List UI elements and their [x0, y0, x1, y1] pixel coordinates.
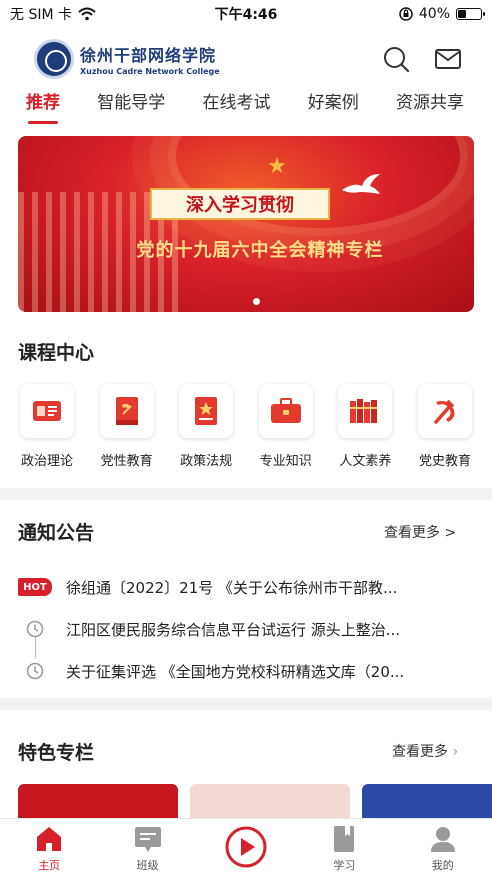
app-header: 徐州干部网络学院 Xuzhou Cadre Network College — [0, 32, 492, 86]
features-more-link[interactable]: 查看更多 › — [392, 741, 458, 761]
class-icon — [134, 827, 161, 852]
home-icon — [37, 827, 62, 851]
tab-good-cases[interactable]: 好案例 — [308, 88, 359, 124]
clock-icon — [18, 662, 52, 680]
feature-card[interactable] — [18, 784, 178, 820]
tab-resource-sharing[interactable]: 资源共享 — [396, 88, 464, 124]
battery-percent: 40% — [418, 6, 450, 22]
course-label: 党性教育 — [100, 454, 153, 469]
course-icon-box — [179, 384, 234, 438]
mail-icon[interactable] — [434, 47, 462, 71]
banner-subtitle: 党的十九届六中全会精神专栏 — [136, 240, 384, 261]
course-icon-box — [99, 384, 154, 438]
play-icon — [225, 826, 267, 868]
feature-card[interactable] — [362, 784, 492, 820]
banner-title: 深入学习贯彻 — [186, 195, 294, 216]
books-icon — [350, 399, 378, 423]
features-title: 特色专栏 — [18, 742, 95, 764]
notice-item[interactable]: 江阳区便民服务综合信息平台试运行 源头上整治... — [18, 608, 474, 650]
battery-icon — [456, 8, 485, 20]
logo-chinese-name: 徐州干部网络学院 — [80, 46, 217, 65]
status-left: 无 SIM 卡 — [10, 4, 96, 24]
orientation-lock-icon — [399, 7, 413, 21]
course-label: 人文素养 — [339, 454, 392, 469]
college-logo-emblem — [34, 39, 74, 79]
tab-recommend[interactable]: 推荐 — [26, 88, 60, 124]
course-label: 专业知识 — [259, 454, 312, 469]
features-more-label: 查看更多 — [392, 744, 448, 760]
course-category-grid: 政治理论 党性教育 政策法规 专业知识 人文素养 党史教育 — [16, 384, 476, 469]
course-item-humanities[interactable]: 人文素养 — [334, 384, 396, 469]
hot-badge: HOT — [18, 578, 52, 596]
battery-fill — [458, 10, 466, 18]
tab-online-exam[interactable]: 在线考试 — [203, 88, 271, 124]
header-actions — [382, 45, 462, 73]
id-card-icon — [33, 401, 61, 421]
course-icon-box — [20, 384, 74, 438]
tab-smart-guide[interactable]: 智能导学 — [97, 88, 165, 124]
section-divider — [0, 698, 492, 710]
status-right: 40% — [399, 6, 485, 22]
dove-icon — [342, 174, 380, 194]
college-logo-text: 徐州干部网络学院 Xuzhou Cadre Network College — [80, 42, 220, 76]
notices-title: 通知公告 — [18, 522, 95, 544]
nav-label: 学习 — [333, 859, 356, 872]
hero-banner[interactable]: ★ 深入学习贯彻 党的十九届六中全会精神专栏 — [18, 136, 474, 312]
course-center-title: 课程中心 — [18, 342, 95, 364]
course-item-political-theory[interactable]: 政治理论 — [16, 384, 78, 469]
logo-english-name: Xuzhou Cadre Network College — [80, 67, 220, 76]
study-book-icon — [334, 826, 355, 852]
carrier-text: 无 SIM 卡 — [10, 7, 72, 23]
nav-item-class[interactable]: 班级 — [113, 825, 183, 873]
search-icon[interactable] — [382, 45, 410, 73]
course-item-professional-knowledge[interactable]: 专业知识 — [255, 384, 317, 469]
course-icon-box — [258, 384, 313, 438]
nav-item-study[interactable]: 学习 — [309, 825, 379, 873]
notice-item[interactable]: 关于征集评选 《全国地方党校科研精选文库（20... — [18, 650, 474, 692]
wifi-icon — [78, 7, 96, 21]
chevron-right-icon: › — [452, 744, 459, 760]
course-icon-box — [338, 384, 393, 438]
course-icon-box — [417, 384, 472, 438]
section-divider — [0, 488, 492, 500]
notice-list: HOT 徐组通〔2022〕21号 《关于公布徐州市干部教... 江阳区便民服务综… — [18, 566, 474, 692]
category-tabs: 推荐 智能导学 在线考试 好案例 资源共享 — [0, 88, 492, 124]
course-item-policy-regulations[interactable]: 政策法规 — [175, 384, 237, 469]
banner-title-box: 深入学习贯彻 — [150, 188, 330, 220]
nav-item-play[interactable] — [211, 825, 281, 873]
nav-item-home[interactable]: 主页 — [14, 825, 84, 873]
hammer-sickle-icon — [434, 399, 455, 424]
feature-card-strip — [18, 784, 492, 820]
course-label: 党史教育 — [418, 454, 471, 469]
course-item-party-history[interactable]: 党史教育 — [414, 384, 476, 469]
notice-item[interactable]: HOT 徐组通〔2022〕21号 《关于公布徐州市干部教... — [18, 566, 474, 608]
notice-text: 江阳区便民服务综合信息平台试运行 源头上整治... — [66, 620, 401, 639]
star-document-icon — [195, 397, 218, 425]
course-label: 政策法规 — [180, 454, 233, 469]
notice-text: 关于征集评选 《全国地方党校科研精选文库（20... — [66, 662, 405, 681]
nav-label: 主页 — [38, 859, 61, 872]
banner-ceiling-decoration — [168, 136, 468, 236]
clock-icon — [18, 620, 52, 638]
feature-card[interactable] — [190, 784, 350, 820]
notice-text: 徐组通〔2022〕21号 《关于公布徐州市干部教... — [66, 578, 398, 597]
status-bar: 无 SIM 卡 下午4:46 40% — [0, 0, 492, 28]
bottom-navigation: 主页 班级 学习 我的 — [0, 818, 492, 878]
briefcase-icon — [270, 398, 301, 423]
course-item-party-education[interactable]: 党性教育 — [96, 384, 158, 469]
nav-label: 班级 — [136, 859, 159, 872]
nav-item-profile[interactable]: 我的 — [408, 825, 478, 873]
carousel-indicator-dot[interactable] — [253, 298, 260, 305]
nav-label: 我的 — [431, 859, 454, 872]
profile-icon — [430, 827, 455, 852]
course-label: 政治理论 — [20, 454, 73, 469]
party-book-icon — [115, 397, 138, 425]
star-icon: ★ — [267, 154, 287, 179]
notices-more-link[interactable]: 查看更多 > — [384, 522, 456, 542]
